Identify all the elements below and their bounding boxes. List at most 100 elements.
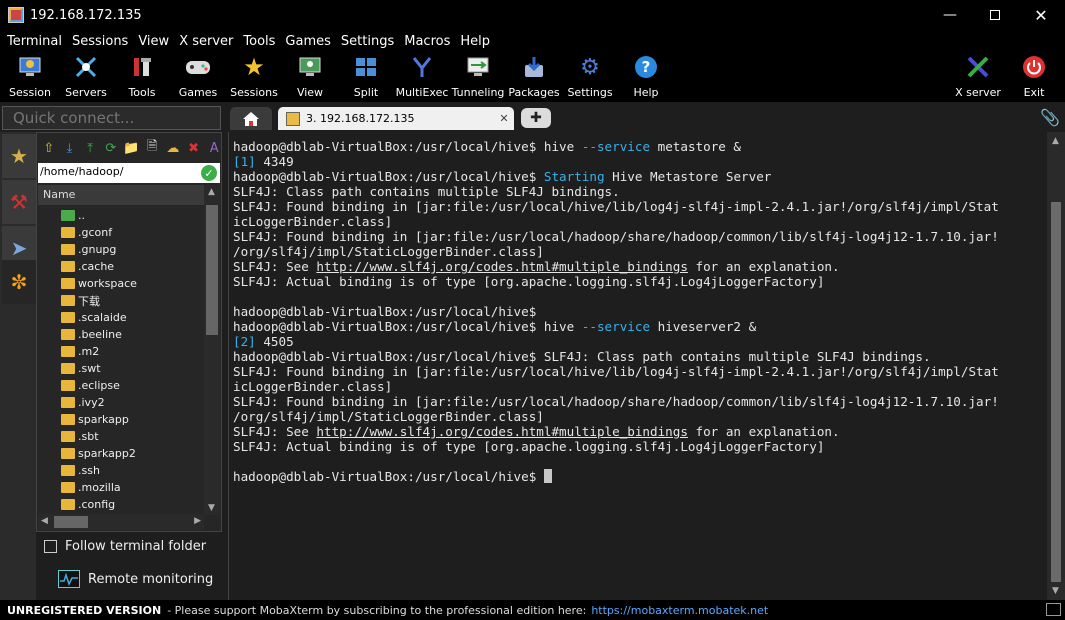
delete-icon[interactable]: ✖ — [185, 139, 203, 157]
maximize-button[interactable] — [972, 0, 1018, 30]
list-item[interactable]: .scalaide — [38, 309, 204, 326]
terminal-text: SLF4J: Actual binding is of type [org.ap… — [233, 439, 825, 454]
chevron-left-icon[interactable]: ◀ — [41, 516, 48, 526]
terminal-text[interactable]: http://www.slf4j.org/codes.html#multiple… — [316, 424, 688, 439]
list-item[interactable]: .gconf — [38, 224, 204, 241]
tab-session[interactable]: 3. 192.168.172.135 ✕ — [278, 107, 514, 130]
quick-connect-input[interactable] — [2, 106, 221, 130]
terminal-text: --service — [581, 319, 651, 334]
terminal-line: SLF4J: See http://www.slf4j.org/codes.ht… — [233, 424, 1045, 439]
column-header-name[interactable]: Name — [38, 185, 204, 205]
folder-icon — [61, 499, 75, 510]
menu-settings[interactable]: Settings — [336, 34, 399, 49]
settings-button[interactable]: ⚙ Settings — [562, 52, 618, 102]
side-tabs: ★ ⚒ ➤ ✼ — [0, 132, 36, 600]
list-item[interactable]: .beeline — [38, 326, 204, 343]
packages-icon — [521, 54, 547, 80]
split-button[interactable]: Split — [338, 52, 394, 102]
session-button[interactable]: Session — [2, 52, 58, 102]
download-icon[interactable]: ⤓ — [61, 139, 79, 157]
games-button[interactable]: Games — [170, 52, 226, 102]
path-field[interactable]: /home/hadoop/ — [38, 163, 220, 183]
tab-home[interactable] — [230, 107, 272, 130]
upload-icon[interactable]: ⤒ — [81, 139, 99, 157]
chevron-down-icon[interactable]: ▼ — [1052, 586, 1059, 596]
menu-tools[interactable]: Tools — [238, 34, 280, 49]
list-item[interactable]: .. — [38, 207, 204, 224]
close-button[interactable]: ✕ — [1018, 0, 1064, 30]
chevron-up-icon[interactable]: ▲ — [208, 187, 215, 197]
sidetab-sessions[interactable]: ★ — [2, 134, 36, 178]
close-icon[interactable]: ✕ — [494, 112, 514, 125]
hscroll-thumb[interactable] — [54, 516, 88, 528]
list-item[interactable]: .swt — [38, 360, 204, 377]
new-tab-button[interactable]: ✚ — [521, 108, 551, 128]
list-item[interactable]: .config — [38, 496, 204, 513]
terminal-text: SLF4J: See — [233, 259, 317, 274]
chevron-down-icon[interactable]: ▼ — [208, 503, 215, 513]
list-item[interactable]: .mozilla — [38, 479, 204, 496]
terminal-scroll-thumb[interactable] — [1051, 202, 1061, 582]
remote-monitoring-button[interactable]: Remote monitoring — [58, 570, 213, 588]
list-item[interactable]: sparkapp2 — [38, 445, 204, 462]
sidetab-sftp[interactable]: ✼ — [2, 260, 36, 304]
text-icon[interactable]: A — [205, 139, 223, 157]
list-item[interactable]: sparkapp — [38, 411, 204, 428]
tunneling-button[interactable]: Tunneling — [450, 52, 506, 102]
terminal[interactable]: hadoop@dblab-VirtualBox:/usr/local/hive$… — [228, 132, 1047, 600]
menu-view[interactable]: View — [133, 34, 174, 49]
menu-sessions[interactable]: Sessions — [67, 34, 133, 49]
link-icon[interactable]: ☁ — [164, 139, 182, 157]
scroll-thumb[interactable] — [206, 205, 218, 335]
menu-macros[interactable]: Macros — [399, 34, 455, 49]
terminal-text: /org/slf4j/impl/StaticLoggerBinder.class… — [233, 409, 544, 424]
refresh-icon[interactable]: ⟳ — [102, 139, 120, 157]
follow-terminal-folder[interactable]: Follow terminal folder — [44, 539, 206, 554]
exit-button[interactable]: Exit — [1006, 52, 1062, 102]
menu-games[interactable]: Games — [280, 34, 335, 49]
menu-terminal[interactable]: Terminal — [2, 34, 67, 49]
new-file-icon[interactable]: 🗎 — [143, 139, 161, 157]
list-item[interactable]: .sbt — [38, 428, 204, 445]
terminal-text[interactable]: http://www.slf4j.org/codes.html#multiple… — [316, 259, 688, 274]
list-item[interactable]: .cache — [38, 258, 204, 275]
terminal-line: SLF4J: Found binding in [jar:file:/usr/l… — [233, 229, 1045, 244]
list-item[interactable]: .eclipse — [38, 377, 204, 394]
file-name: .config — [78, 498, 116, 511]
tools-button[interactable]: Tools — [114, 52, 170, 102]
list-item[interactable]: workspace — [38, 275, 204, 292]
file-list-hscrollbar[interactable]: ◀ ▶ — [38, 514, 204, 530]
sidetab-tools[interactable]: ⚒ — [2, 180, 36, 224]
terminal-text: 4505 — [255, 334, 294, 349]
packages-button[interactable]: Packages — [506, 52, 562, 102]
plus-icon: ✚ — [530, 110, 542, 126]
view-button[interactable]: View — [282, 52, 338, 102]
chevron-up-icon[interactable]: ▲ — [1052, 136, 1059, 146]
terminal-text: metastore & — [650, 139, 742, 154]
new-folder-icon[interactable]: 📁 — [123, 139, 141, 157]
terminal-line: [2] 4505 — [233, 334, 1045, 349]
folder-up-icon[interactable]: ⇧ — [40, 139, 58, 157]
menu-xserver[interactable]: X server — [174, 34, 238, 49]
paperclip-icon[interactable]: 📎 — [1040, 108, 1060, 128]
help-button[interactable]: ? Help — [618, 52, 674, 102]
sessions-button[interactable]: ★ Sessions — [226, 52, 282, 102]
file-list-scrollbar[interactable]: ▲ ▼ — [204, 185, 220, 515]
checkmark-icon[interactable]: ✓ — [201, 165, 217, 181]
list-item[interactable]: .ivy2 — [38, 394, 204, 411]
list-item[interactable]: .gnupg — [38, 241, 204, 258]
menu-help[interactable]: Help — [455, 34, 495, 49]
xserver-button[interactable]: X server — [950, 52, 1006, 102]
sftp-icon: ✼ — [10, 270, 28, 294]
minimize-button[interactable]: — — [927, 0, 973, 30]
chevron-right-icon[interactable]: ▶ — [194, 516, 201, 526]
toolbar: Session Servers Tools Games ★ Sessions V… — [0, 52, 1065, 102]
follow-checkbox[interactable] — [44, 540, 57, 553]
list-item[interactable]: .ssh — [38, 462, 204, 479]
multiexec-button[interactable]: MultiExec — [394, 52, 450, 102]
servers-button[interactable]: Servers — [58, 52, 114, 102]
list-item[interactable]: .m2 — [38, 343, 204, 360]
mobatek-link[interactable]: https://mobaxterm.mobatek.net — [591, 604, 768, 617]
terminal-scrollbar[interactable]: ▲ ▼ — [1047, 132, 1065, 600]
list-item[interactable]: 下载 — [38, 292, 204, 309]
